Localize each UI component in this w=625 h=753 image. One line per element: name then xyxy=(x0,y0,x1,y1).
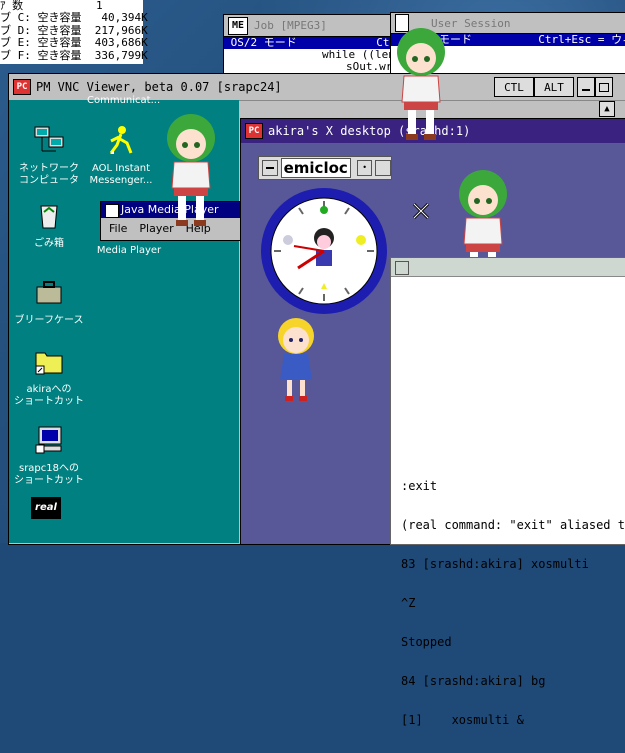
icon-label: ブリーフケース xyxy=(14,315,84,326)
x-cursor-icon xyxy=(412,202,430,220)
terminal-line: Stopped xyxy=(401,635,452,649)
communicator-label: Communicat... xyxy=(87,95,161,106)
job-window-titlebar[interactable]: ME Job [MPEG3] xyxy=(224,15,409,37)
terminal-line: ^Z xyxy=(401,596,416,610)
minimize-button[interactable]: • xyxy=(356,160,373,176)
maximize-button[interactable] xyxy=(595,77,613,97)
network-computer-icon xyxy=(34,126,64,152)
green-hair-girl-mascot xyxy=(397,28,445,140)
real-player-icon[interactable]: real xyxy=(31,497,61,519)
vnc-title: PM VNC Viewer, beta 0.07 [srapc24] xyxy=(36,80,282,94)
me-icon: ME xyxy=(228,16,248,35)
xterm-window[interactable]: :exit (real command: "exit" aliased to 8… xyxy=(390,257,625,727)
desktop-icon-srapc18-shortcut[interactable]: srapc18への ショートカット xyxy=(9,425,89,487)
emiclock-title: emicloc xyxy=(280,158,351,178)
alt-button[interactable]: ALT xyxy=(534,77,574,97)
terminal-line: 84 [srashd:akira] bg xyxy=(401,674,546,688)
maximize-button[interactable] xyxy=(375,160,392,176)
disk-line: ブ C: 空き容量 40,394K xyxy=(0,11,148,25)
scroll-up-arrow[interactable]: ▲ xyxy=(599,101,615,117)
emiclock-titlebar[interactable]: emicloc • xyxy=(258,156,392,180)
terminal-line: [1] xosmulti & xyxy=(401,713,524,727)
computer-shortcut-icon xyxy=(35,426,62,454)
icon-label: srapc18への ショートカット xyxy=(14,463,84,486)
disk-line: ブ E: 空き容量 403,686K xyxy=(0,36,148,50)
emiclock-face[interactable] xyxy=(258,186,390,316)
terminal-line: (real command: "exit" aliased to xyxy=(401,518,625,532)
terminal-output[interactable]: :exit (real command: "exit" aliased to 8… xyxy=(401,454,625,753)
job-window-title: Job [MPEG3] xyxy=(254,19,327,32)
icon-label: ごみ箱 xyxy=(34,238,64,249)
recycle-bin-icon xyxy=(40,205,58,229)
briefcase-icon xyxy=(36,281,62,304)
disk-line: ブ F: 空き容量 336,799K xyxy=(0,48,148,62)
vnc-app-icon[interactable]: PC xyxy=(13,79,31,95)
minimize-button[interactable] xyxy=(577,77,595,97)
xterm-titlebar[interactable] xyxy=(391,258,625,277)
terminal-line: :exit xyxy=(401,479,438,493)
icon-label: akiraへの ショートカット xyxy=(14,384,84,407)
terminal-line: 83 [srashd:akira] xosmulti xyxy=(401,557,589,571)
desktop-icon-aol[interactable]: AOL Instant Messenger... xyxy=(81,125,161,187)
window-menu-button[interactable] xyxy=(262,160,278,176)
x-desktop-app-icon[interactable]: PC xyxy=(245,123,263,139)
jmf-app-icon[interactable] xyxy=(105,204,119,218)
green-hair-girl-mascot xyxy=(167,114,215,226)
desktop-icon-recycle-bin[interactable]: ごみ箱 xyxy=(9,200,89,250)
desktop-icon-akira-shortcut[interactable]: akiraへの ショートカット xyxy=(9,346,89,408)
desktop-icon-briefcase[interactable]: ブリーフケース xyxy=(9,277,89,327)
icon-label: ネットワーク コンピュータ xyxy=(19,163,79,186)
disk-free-panel: ｱ 数 1 ブ C: 空き容量 40,394K ブ D: 空き容量 217,96… xyxy=(0,0,148,64)
folder-shortcut-icon xyxy=(35,352,63,375)
blonde-girl-mascot xyxy=(278,318,314,401)
menu-file[interactable]: File xyxy=(109,222,127,235)
window-menu-button[interactable] xyxy=(395,261,409,275)
code-line: sOut.wr xyxy=(346,60,393,73)
ctl-button[interactable]: CTL xyxy=(494,77,534,97)
maximize-icon xyxy=(599,82,609,92)
desktop-icon-network[interactable]: ネットワーク コンピュータ xyxy=(9,125,89,187)
minimize-icon xyxy=(582,89,590,91)
aol-messenger-icon xyxy=(109,126,133,154)
icon-label: AOL Instant Messenger... xyxy=(89,163,153,186)
dash-icon xyxy=(265,167,274,169)
